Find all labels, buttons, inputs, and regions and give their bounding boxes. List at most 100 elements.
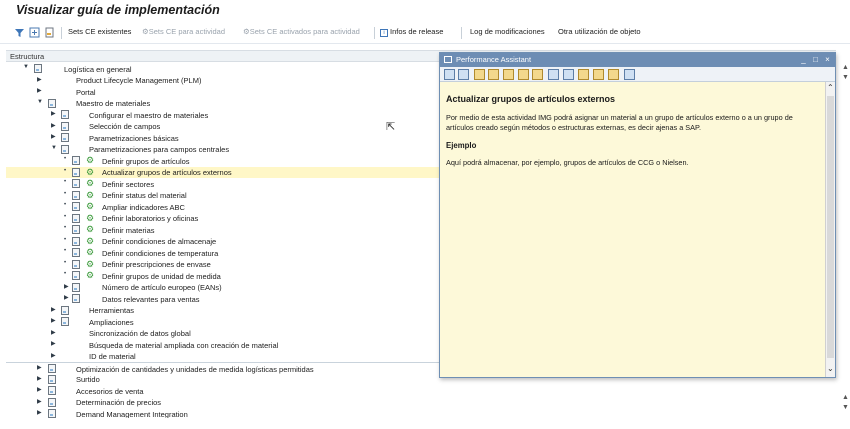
document-icon xyxy=(61,144,69,154)
document-icon xyxy=(48,397,56,407)
tree-label: Accesorios de venta xyxy=(76,386,144,396)
execute-activity-icon[interactable]: ⚙ xyxy=(86,167,94,178)
document-icon xyxy=(61,133,69,142)
bullet-icon: • xyxy=(64,156,67,162)
bullet-icon: • xyxy=(64,167,67,174)
otra-utilizacion-button[interactable]: Otra utilización de objeto xyxy=(558,27,641,36)
document-icon[interactable] xyxy=(44,27,55,38)
edit-icon[interactable] xyxy=(503,69,514,80)
assistant-title-bar[interactable]: Performance Assistant _ □ × xyxy=(440,53,835,67)
window-icon xyxy=(444,56,452,63)
window-icon[interactable] xyxy=(563,69,574,80)
mouse-cursor-icon: ⇱ xyxy=(386,121,396,133)
bullet-icon: • xyxy=(64,225,67,231)
collapsed-arrow-icon[interactable]: ▶ xyxy=(64,294,69,301)
infos-release-button[interactable]: i Infos de release xyxy=(380,27,443,37)
sets-activados-button[interactable]: ⚙Sets CE activados para actividad xyxy=(243,27,360,36)
scroll-down-icon[interactable]: ▼ xyxy=(842,74,849,81)
assistant-paragraph: Por medio de esta actividad IMG podrá as… xyxy=(446,113,793,132)
collapsed-arrow-icon[interactable]: ▶ xyxy=(51,329,56,336)
execute-activity-icon[interactable]: ⚙ xyxy=(86,236,94,247)
tree-label: Definir grupos de unidad de medida xyxy=(102,271,221,281)
execute-activity-icon[interactable]: ⚙ xyxy=(86,224,94,235)
filter-icon[interactable] xyxy=(14,27,25,38)
tree-label: Parametrizaciones para campos centrales xyxy=(89,145,230,154)
collapsed-arrow-icon[interactable]: ▶ xyxy=(37,386,42,393)
bookmark-icon[interactable] xyxy=(578,69,589,80)
expanded-arrow-icon[interactable]: ▼ xyxy=(51,145,57,151)
expand-icon[interactable] xyxy=(29,27,40,38)
execute-activity-icon[interactable]: ⚙ xyxy=(86,201,94,212)
log-modificaciones-button[interactable]: Log de modificaciones xyxy=(470,27,545,36)
tree-row[interactable]: ▶ Demand Management Integration xyxy=(6,408,836,418)
collapsed-arrow-icon[interactable]: ▶ xyxy=(37,76,42,83)
document-icon xyxy=(72,190,80,200)
back-arrow-icon[interactable] xyxy=(444,69,455,80)
execute-activity-icon[interactable]: ⚙ xyxy=(86,270,94,281)
close-icon[interactable]: × xyxy=(823,55,832,64)
tree-label: Sincronización de datos global xyxy=(89,329,191,338)
execute-activity-icon[interactable]: ⚙ xyxy=(86,155,94,166)
tree-header-label: Estructura xyxy=(10,52,45,61)
scroll-up-icon[interactable]: ⌃ xyxy=(827,83,834,92)
collapsed-arrow-icon[interactable]: ▶ xyxy=(51,133,56,140)
home-icon[interactable] xyxy=(474,69,485,80)
execute-activity-icon[interactable]: ⚙ xyxy=(86,190,94,201)
collapsed-arrow-icon[interactable]: ▶ xyxy=(37,364,42,371)
collapsed-arrow-icon[interactable]: ▶ xyxy=(51,352,56,359)
document-icon xyxy=(72,156,80,165)
main-scrollbar[interactable]: ▲ ▼ ▲ ▼ xyxy=(842,60,850,420)
sets-existentes-button[interactable]: Sets CE existentes xyxy=(68,27,131,36)
collapsed-arrow-icon[interactable]: ▶ xyxy=(51,122,56,129)
glossary-icon[interactable] xyxy=(518,69,529,80)
close-help-icon[interactable] xyxy=(624,69,635,80)
tree-label: Ampliar indicadores ABC xyxy=(102,202,185,212)
tree-label: Maestro de materiales xyxy=(76,99,151,108)
collapsed-arrow-icon[interactable]: ▶ xyxy=(51,306,56,313)
collapsed-arrow-icon[interactable]: ▶ xyxy=(51,340,56,347)
topics-icon[interactable] xyxy=(488,69,499,80)
collapsed-arrow-icon[interactable]: ▶ xyxy=(51,110,56,117)
expanded-arrow-icon[interactable]: ▼ xyxy=(37,99,43,105)
search-icon[interactable] xyxy=(532,69,543,80)
collapsed-arrow-icon[interactable]: ▶ xyxy=(37,375,42,382)
maximize-icon[interactable]: □ xyxy=(811,55,820,64)
settings-icon[interactable] xyxy=(608,69,619,80)
document-icon xyxy=(72,236,80,246)
tree-label: Definir prescripciones de envase xyxy=(102,260,211,269)
collapsed-arrow-icon[interactable]: ▶ xyxy=(64,283,69,290)
scroll-up-icon[interactable]: ▲ xyxy=(842,394,849,401)
tree-label: Surtido xyxy=(76,375,100,384)
tree-label: Logística en general xyxy=(64,64,132,74)
collapsed-arrow-icon[interactable]: ▶ xyxy=(37,398,42,405)
tree-row[interactable]: ▶ Determinación de precios xyxy=(6,397,836,409)
tree-row[interactable]: ▶ Accesorios de venta xyxy=(6,385,836,397)
scroll-thumb[interactable] xyxy=(827,96,834,358)
assistant-scrollbar[interactable]: ⌃ ⌄ xyxy=(825,82,835,377)
tree-label: Configurar el maestro de materiales xyxy=(89,110,209,120)
print-icon[interactable] xyxy=(593,69,604,80)
document-icon xyxy=(72,259,80,269)
tree-label: Demand Management Integration xyxy=(76,409,188,419)
scroll-down-icon[interactable]: ⌄ xyxy=(827,364,834,373)
forward-arrow-icon[interactable] xyxy=(458,69,469,80)
tree-label: Definir sectores xyxy=(102,179,155,189)
collapsed-arrow-icon[interactable]: ▶ xyxy=(51,317,56,324)
execute-activity-icon[interactable]: ⚙ xyxy=(86,213,94,224)
expanded-arrow-icon[interactable]: ▼ xyxy=(23,64,29,70)
collapsed-arrow-icon[interactable]: ▶ xyxy=(37,409,42,416)
document-icon xyxy=(72,167,80,177)
tree-label: Actualizar grupos de artículos externos xyxy=(102,168,232,177)
execute-activity-icon[interactable]: ⚙ xyxy=(86,178,94,189)
document-icon xyxy=(72,248,80,257)
scroll-down-icon[interactable]: ▼ xyxy=(842,404,849,411)
execute-activity-icon[interactable]: ⚙ xyxy=(86,247,94,258)
scroll-up-icon[interactable]: ▲ xyxy=(842,64,849,71)
toolbar-divider xyxy=(374,27,375,39)
sets-actividad-button[interactable]: ⚙Sets CE para actividad xyxy=(142,27,225,36)
grid-icon[interactable] xyxy=(548,69,559,80)
example-heading: Ejemplo xyxy=(446,141,477,150)
collapsed-arrow-icon[interactable]: ▶ xyxy=(37,87,42,94)
minimize-icon[interactable]: _ xyxy=(799,55,808,64)
execute-activity-icon[interactable]: ⚙ xyxy=(86,259,94,270)
